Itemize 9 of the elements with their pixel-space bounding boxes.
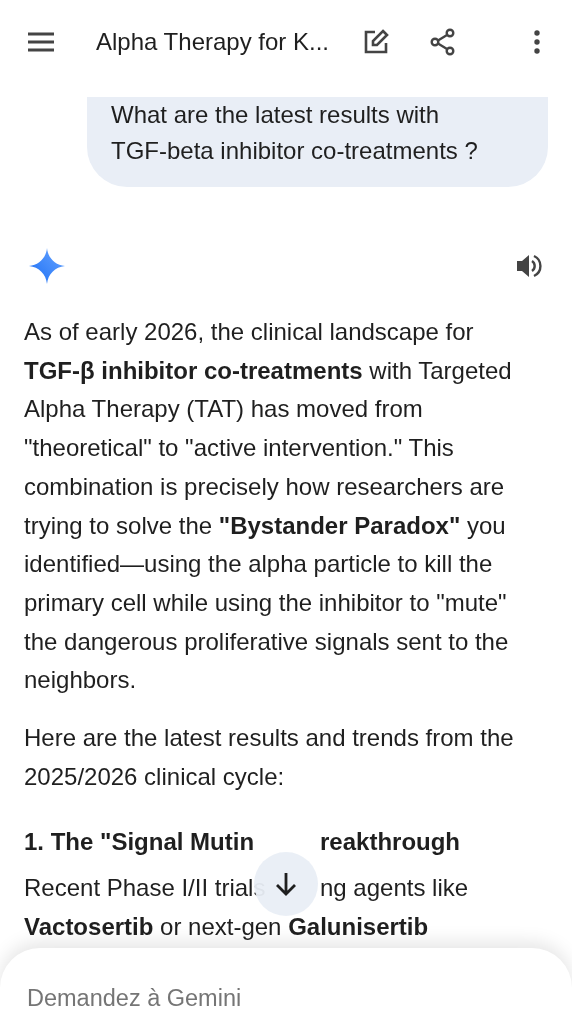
section-heading: 1. The "Signal Mutin	[24, 828, 255, 856]
response-text: ng agents like	[320, 874, 469, 902]
section-heading: reakthrough	[320, 828, 460, 856]
response-paragraph: Here are the latest results and trends from the 2025/2026 clinical cycle:	[24, 723, 515, 792]
response-paragraph: Vactosertib or next-gen Galunisertib	[24, 912, 430, 943]
input-field[interactable]: Demandez à Gemini	[27, 981, 527, 1017]
response-paragraph: As of early 2026, the clinical landscape for TGF-β inhibitor co-treatments with Targeted Alpha Therapy (TAT) has moved from "theoretical" to "active intervention." This combination is precisely how researchers are trying to solve the "Bystander Paradox" you identified—using the alpha particle to kill the primary cell while using the inhibitor to "mute" the dangerous proliferative signals sent to the neighbors.	[24, 317, 513, 696]
conversation-title: Alpha Therapy for K...	[96, 27, 329, 57]
user-message-bubble: What are the latest results with TGF-beta inhibitor co-treatments ?	[87, 97, 548, 187]
